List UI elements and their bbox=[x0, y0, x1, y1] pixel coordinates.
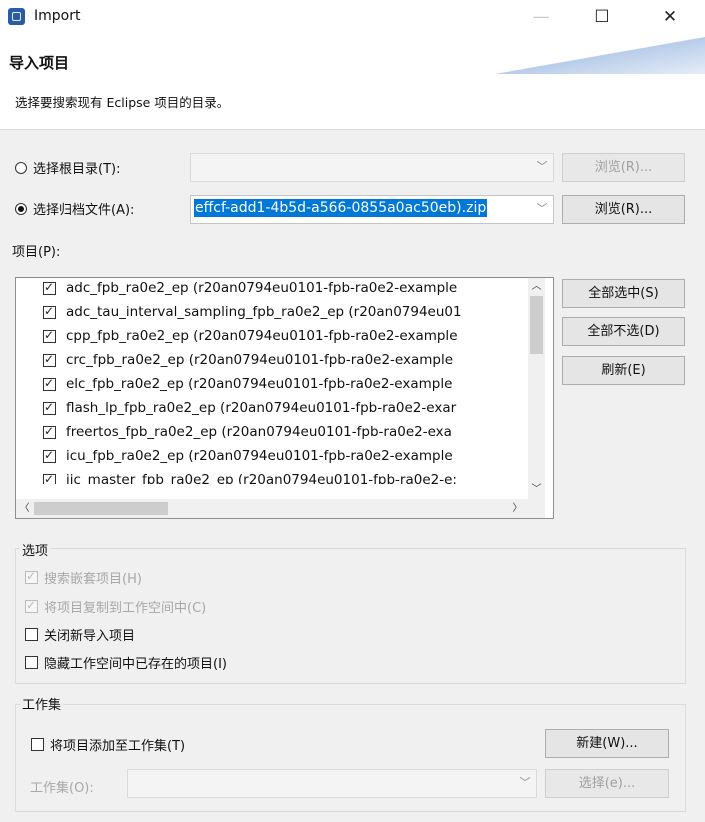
close-new-projects-checkbox[interactable] bbox=[25, 628, 38, 641]
page-title: 导入项目 bbox=[9, 54, 70, 72]
list-item-label: elc_fpb_ra0e2_ep (r20an0794eu0101-fpb-ra… bbox=[66, 376, 453, 392]
search-nested-checkbox bbox=[25, 569, 38, 584]
options-title: 选项 bbox=[20, 540, 51, 559]
list-item-label: cpp_fpb_ra0e2_ep (r20an0794eu0101-fpb-ra… bbox=[66, 328, 458, 344]
add-to-working-set-label[interactable]: 将项目添加至工作集(T) bbox=[50, 735, 185, 754]
add-to-working-set-checkbox[interactable] bbox=[31, 738, 44, 751]
working-set-title: 工作集 bbox=[20, 694, 64, 713]
checkbox[interactable] bbox=[43, 472, 56, 484]
scroll-up-icon[interactable]: ︿ bbox=[528, 278, 545, 295]
checkbox[interactable] bbox=[43, 352, 56, 367]
hide-existing-checkbox[interactable] bbox=[25, 656, 38, 669]
root-dir-combo[interactable]: ﹀ bbox=[190, 153, 554, 182]
checkbox[interactable] bbox=[43, 448, 56, 463]
banner-graphic bbox=[460, 34, 705, 74]
search-nested-label: 搜索嵌套项目(H) bbox=[44, 572, 142, 587]
projects-list[interactable]: adc_fpb_ra0e2_ep (r20an0794eu0101-fpb-ra… bbox=[15, 277, 554, 519]
list-item[interactable]: freertos_fpb_ra0e2_ep (r20an0794eu0101-f… bbox=[43, 422, 538, 444]
list-item[interactable]: flash_lp_fpb_ra0e2_ep (r20an0794eu0101-f… bbox=[43, 398, 538, 420]
close-new-projects-label[interactable]: 关闭新导入项目 bbox=[44, 625, 135, 644]
scroll-corner bbox=[528, 499, 545, 518]
refresh-button[interactable]: 刷新(E) bbox=[562, 356, 685, 385]
list-item-label: flash_lp_fpb_ra0e2_ep (r20an0794eu0101-f… bbox=[66, 400, 457, 416]
copy-into-workspace-label: 将项目复制到工作空间中(C) bbox=[44, 601, 207, 616]
root-browse-button[interactable]: 浏览(R)... bbox=[562, 153, 685, 182]
list-item[interactable]: icu_fpb_ra0e2_ep (r20an0794eu0101-fpb-ra… bbox=[43, 446, 538, 468]
chevron-down-icon: ﹀ bbox=[519, 776, 531, 789]
list-item-label: adc_tau_interval_sampling_fpb_ra0e2_ep (… bbox=[66, 304, 462, 320]
working-set-combo: ﹀ bbox=[127, 769, 537, 798]
checkbox[interactable] bbox=[43, 376, 56, 391]
close-icon[interactable]: ✕ bbox=[647, 0, 693, 34]
list-item[interactable]: adc_tau_interval_sampling_fpb_ra0e2_ep (… bbox=[43, 302, 538, 324]
maximize-icon[interactable]: ☐ bbox=[579, 0, 625, 34]
scroll-down-icon[interactable]: ﹀ bbox=[528, 481, 545, 498]
vertical-scroll-thumb[interactable] bbox=[530, 296, 543, 354]
checkbox[interactable] bbox=[43, 424, 56, 439]
projects-label: 项目(P): bbox=[12, 245, 61, 260]
checkbox[interactable] bbox=[43, 400, 56, 415]
copy-into-workspace-checkbox bbox=[25, 598, 38, 613]
deselect-all-button[interactable]: 全部不选(D) bbox=[562, 317, 685, 346]
list-item[interactable]: crc_fpb_ra0e2_ep (r20an0794eu0101-fpb-ra… bbox=[43, 350, 538, 372]
page-description: 选择要搜索现有 Eclipse 项目的目录。 bbox=[15, 95, 230, 110]
app-icon bbox=[8, 8, 25, 25]
new-working-set-button[interactable]: 新建(W)... bbox=[545, 729, 669, 758]
scroll-right-icon[interactable]: 〉 bbox=[509, 500, 526, 517]
list-item-label: icu_fpb_ra0e2_ep (r20an0794eu0101-fpb-ra… bbox=[66, 448, 453, 464]
archive-combo[interactable]: effcf-add1-4b5d-a566-0855a0ac50eb).zip ﹀ bbox=[190, 195, 554, 224]
window-title: Import bbox=[34, 8, 81, 24]
list-item-label: crc_fpb_ra0e2_ep (r20an0794eu0101-fpb-ra… bbox=[66, 352, 454, 368]
hide-existing-label[interactable]: 隐藏工作空间中已存在的项目(I) bbox=[44, 653, 227, 672]
select-all-button[interactable]: 全部选中(S) bbox=[562, 279, 685, 308]
checkbox[interactable] bbox=[43, 304, 56, 319]
archive-radio[interactable] bbox=[15, 203, 27, 215]
list-item[interactable]: elc_fpb_ra0e2_ep (r20an0794eu0101-fpb-ra… bbox=[43, 374, 538, 396]
chevron-down-icon: ﹀ bbox=[536, 160, 548, 173]
list-item-label: iic_master_fpb_ra0e2_ep (r20an0794eu0101… bbox=[66, 472, 457, 484]
archive-path-value[interactable]: effcf-add1-4b5d-a566-0855a0ac50eb).zip bbox=[194, 199, 488, 217]
list-item[interactable]: adc_fpb_ra0e2_ep (r20an0794eu0101-fpb-ra… bbox=[43, 278, 538, 300]
scroll-left-icon[interactable]: 〈 bbox=[16, 500, 33, 517]
working-set-label: 工作集(O): bbox=[30, 781, 94, 796]
list-item-label: adc_fpb_ra0e2_ep (r20an0794eu0101-fpb-ra… bbox=[66, 280, 458, 296]
root-dir-label: 选择根目录(T): bbox=[33, 162, 121, 177]
archive-label: 选择归档文件(A): bbox=[33, 203, 135, 218]
list-item-label: freertos_fpb_ra0e2_ep (r20an0794eu0101-f… bbox=[66, 424, 452, 440]
chevron-down-icon: ﹀ bbox=[535, 202, 549, 216]
checkbox[interactable] bbox=[43, 280, 56, 295]
select-working-set-button: 选择(e)... bbox=[545, 769, 669, 798]
archive-browse-button[interactable]: 浏览(R)... bbox=[562, 195, 685, 224]
list-item[interactable]: iic_master_fpb_ra0e2_ep (r20an0794eu0101… bbox=[43, 470, 538, 484]
horizontal-scroll-thumb[interactable] bbox=[34, 502, 168, 515]
checkbox[interactable] bbox=[43, 328, 56, 343]
minimize-icon[interactable]: — bbox=[518, 0, 564, 34]
list-item[interactable]: cpp_fpb_ra0e2_ep (r20an0794eu0101-fpb-ra… bbox=[43, 326, 538, 348]
root-dir-radio[interactable] bbox=[15, 162, 27, 174]
